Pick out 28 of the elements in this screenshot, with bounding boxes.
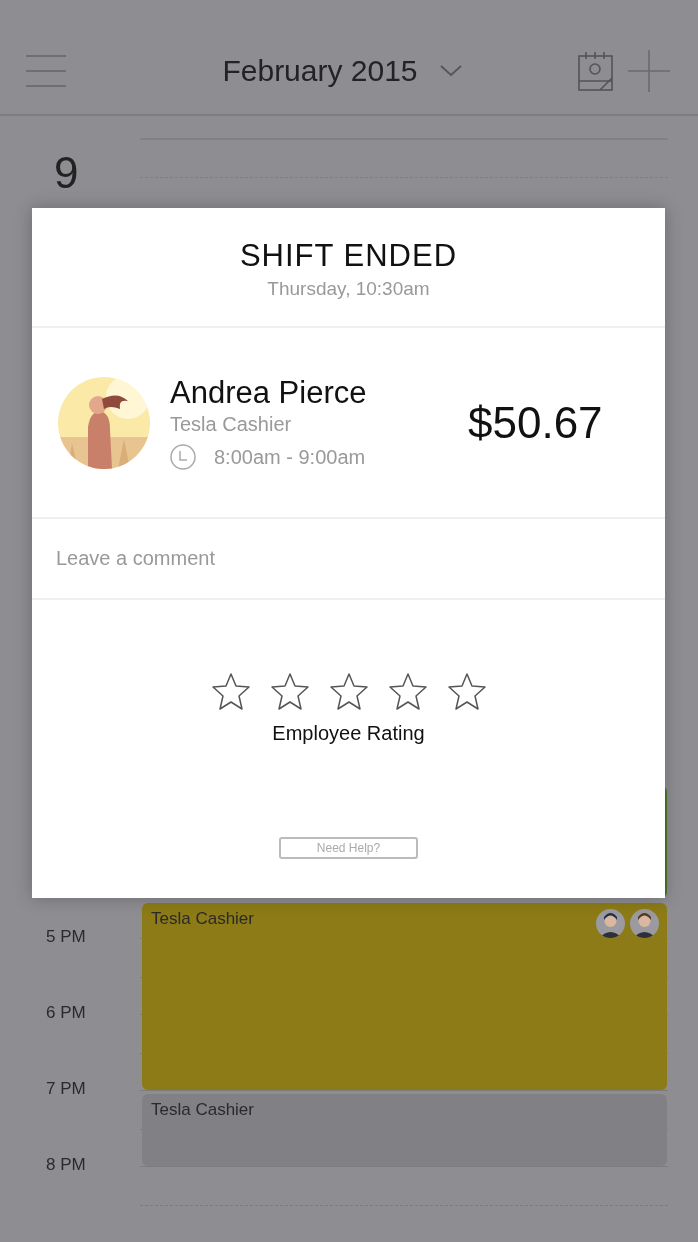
star-icon[interactable] [269,672,310,712]
star-icon[interactable] [387,672,428,712]
star-icon[interactable] [446,672,487,712]
hour-label: 6 PM [45,1003,87,1023]
dialog-title: SHIFT ENDED [239,238,458,274]
hour-label: 7 PM [45,1079,87,1099]
clock-icon [170,444,196,470]
employee-name: Andrea Pierce [170,375,368,411]
chevron-icon [439,64,462,77]
event-title: Tesla Cashier [151,909,254,930]
shift-event[interactable]: Tesla Cashier [142,903,667,1090]
hour-label: 5 PM [45,927,87,947]
star-icon[interactable] [328,672,369,712]
avatar [596,909,625,939]
month-selector[interactable]: February 2015 [222,53,462,88]
shift-time: 8:00am - 9:00am [214,445,366,469]
event-title: Tesla Cashier [151,1099,254,1120]
dialog-subtitle: Thursday, 10:30am [267,278,430,300]
hour-label: 8 PM [45,1155,87,1175]
star-icon[interactable] [210,672,251,712]
avatar [630,909,659,939]
rating-label: Employee Rating [272,722,425,745]
help-button[interactable]: Need Help? [279,837,418,859]
day-number: 9 [54,147,80,198]
shift-event[interactable]: Tesla Cashier [142,1093,667,1166]
employee-role: Tesla Cashier [170,413,293,436]
comment-field[interactable]: Leave a comment [32,519,665,600]
shift-amount: $50.67 [468,397,603,448]
